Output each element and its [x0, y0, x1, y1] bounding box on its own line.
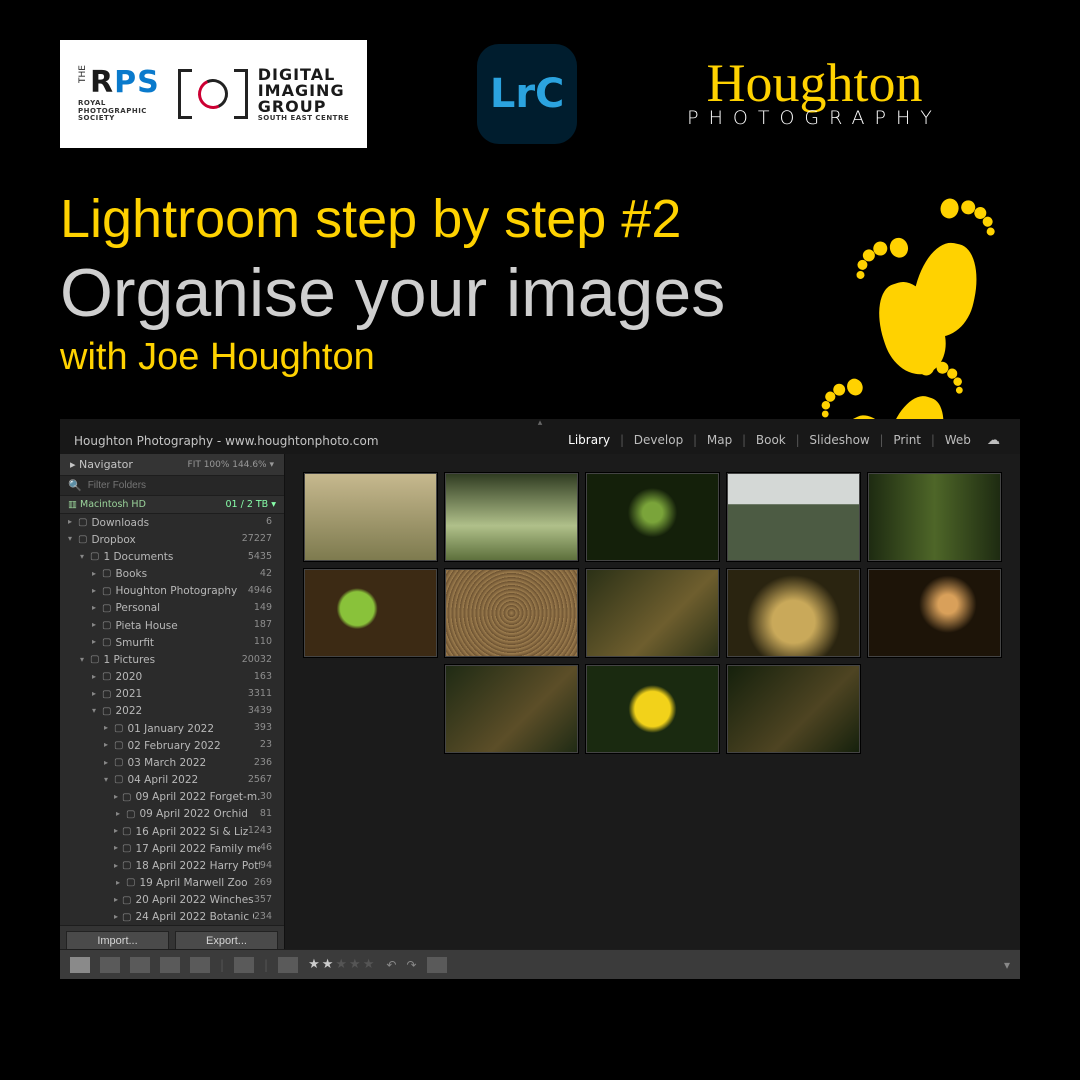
rps-dig-logo: THERPS ROYAL PHOTOGRAPHIC SOCIETY DIGITA…: [60, 40, 367, 148]
survey-view-icon[interactable]: [160, 957, 180, 973]
export-button[interactable]: Export...: [175, 931, 278, 951]
people-view-icon[interactable]: [190, 957, 210, 973]
grid-view-icon[interactable]: [70, 957, 90, 973]
folder-row[interactable]: ▸▢ 20213311: [60, 686, 284, 703]
folder-row[interactable]: ▸▢ 02 February 202223: [60, 737, 284, 754]
compare-view-icon[interactable]: [130, 957, 150, 973]
thumbnail[interactable]: [585, 664, 720, 754]
sort-icon[interactable]: [278, 957, 298, 973]
module-web[interactable]: Web: [939, 433, 977, 447]
folder-row[interactable]: ▾▢ 04 April 20222567: [60, 772, 284, 789]
thumbnail[interactable]: [867, 568, 1002, 658]
painter-icon[interactable]: [234, 957, 254, 973]
panel-grip-top[interactable]: ▴: [60, 419, 1020, 427]
rps-logo: THERPS ROYAL PHOTOGRAPHIC SOCIETY: [78, 65, 160, 123]
module-map[interactable]: Map: [701, 433, 738, 447]
folders-tree: ▸▢ Downloads6▾▢ Dropbox27227▾▢ 1 Documen…: [60, 514, 284, 925]
volume-header[interactable]: ▥ Macintosh HD 01 / 2 TB ▾: [60, 496, 284, 514]
navigator-header[interactable]: ▸ Navigator FIT 100% 144.6% ▾: [60, 454, 284, 476]
thumbnail[interactable]: [585, 568, 720, 658]
thumbnail[interactable]: [726, 568, 861, 658]
lightroom-window: ▴ Houghton Photography - www.houghtonpho…: [60, 419, 1020, 979]
houghton-script: Houghton: [707, 59, 923, 108]
module-develop[interactable]: Develop: [628, 433, 689, 447]
dig-icon: [178, 67, 248, 121]
thumbnail[interactable]: [444, 568, 579, 658]
folder-row[interactable]: ▸▢ Smurfit110: [60, 634, 284, 651]
folder-row[interactable]: ▾▢ 20223439: [60, 703, 284, 720]
folder-row[interactable]: ▸▢ Books42: [60, 566, 284, 583]
module-slideshow[interactable]: Slideshow: [803, 433, 875, 447]
module-library[interactable]: Library: [562, 433, 616, 447]
loupe-view-icon[interactable]: [100, 957, 120, 973]
lightroom-classic-icon: LrC: [477, 44, 577, 144]
cloud-sync-icon[interactable]: ☁: [977, 433, 1006, 448]
folder-row[interactable]: ▸▢ 24 April 2022 Botanic G…234: [60, 909, 284, 925]
folder-row[interactable]: ▾▢ 1 Documents5435: [60, 548, 284, 565]
folder-row[interactable]: ▸▢ 03 March 2022236: [60, 754, 284, 771]
thumbnail[interactable]: [303, 472, 438, 562]
module-picker: Library | Develop | Map | Book | Slidesh…: [562, 433, 1006, 448]
left-panel: ▸ Navigator FIT 100% 144.6% ▾ 🔍 ▥ Macint…: [60, 454, 285, 956]
search-icon: 🔍: [68, 479, 82, 492]
thumbnail[interactable]: [726, 664, 861, 754]
houghton-sub: PHOTOGRAPHY: [687, 107, 942, 129]
thumbnail[interactable]: [444, 664, 579, 754]
slideshow-icon[interactable]: [427, 957, 447, 973]
dig-l3: GROUP: [258, 99, 349, 115]
thumbnail[interactable]: [726, 472, 861, 562]
import-button[interactable]: Import...: [66, 931, 169, 951]
volume-space: 01 / 2 TB ▾: [225, 499, 276, 510]
grid-view: [285, 454, 1020, 956]
folder-row[interactable]: ▸▢ Personal149: [60, 600, 284, 617]
rps-line3: SOCIETY: [78, 115, 160, 123]
rating-stars[interactable]: ★★★★★: [308, 957, 376, 972]
folder-row[interactable]: ▸▢ Houghton Photography4946: [60, 583, 284, 600]
folder-filter-input[interactable]: [88, 480, 276, 491]
rps-the: THE: [78, 65, 88, 83]
folder-row[interactable]: ▸▢ 19 April Marwell Zoo269: [60, 875, 284, 892]
module-print[interactable]: Print: [887, 433, 927, 447]
folder-row[interactable]: ▸▢ 16 April 2022 Si & Lizzie…1243: [60, 823, 284, 840]
grid-toolbar: | | ★★★★★ ↶ ↷ ▾: [60, 949, 1020, 979]
navigator-zoom[interactable]: FIT 100% 144.6% ▾: [188, 460, 274, 470]
identity-plate: Houghton Photography - www.houghtonphoto…: [74, 434, 379, 448]
folder-row[interactable]: ▸▢ 17 April 2022 Family me…46: [60, 840, 284, 857]
folder-row[interactable]: ▸▢ 2020163: [60, 669, 284, 686]
folder-row[interactable]: ▸▢ 20 April 2022 Winchester357: [60, 892, 284, 909]
module-book[interactable]: Book: [750, 433, 792, 447]
navigator-label: Navigator: [79, 458, 133, 471]
thumbnail[interactable]: [585, 472, 720, 562]
dig-logo: DIGITAL IMAGING GROUP SOUTH EAST CENTRE: [178, 67, 349, 122]
folder-filter[interactable]: 🔍: [60, 476, 284, 496]
toolbar-menu-icon[interactable]: ▾: [1004, 958, 1010, 972]
folder-row[interactable]: ▾▢ 1 Pictures20032: [60, 651, 284, 668]
folder-row[interactable]: ▸▢ 01 January 2022393: [60, 720, 284, 737]
folder-row[interactable]: ▸▢ 09 April 2022 Orchid81: [60, 806, 284, 823]
rotate-ccw-icon[interactable]: ↶: [386, 958, 396, 972]
folder-row[interactable]: ▸▢ Downloads6: [60, 514, 284, 531]
thumbnail[interactable]: [444, 472, 579, 562]
folder-row[interactable]: ▾▢ Dropbox27227: [60, 531, 284, 548]
rotate-cw-icon[interactable]: ↷: [406, 958, 416, 972]
folder-row[interactable]: ▸▢ Pieta House187: [60, 617, 284, 634]
dig-l4: SOUTH EAST CENTRE: [258, 115, 349, 122]
rps-name: R: [90, 65, 114, 100]
thumbnail[interactable]: [303, 568, 438, 658]
houghton-logo: Houghton PHOTOGRAPHY: [687, 59, 942, 130]
thumbnail[interactable]: [867, 472, 1002, 562]
folder-row[interactable]: ▸▢ 18 April 2022 Harry Pott…94: [60, 857, 284, 874]
folder-row[interactable]: ▸▢ 09 April 2022 Forget-m…30: [60, 789, 284, 806]
volume-name: Macintosh HD: [80, 499, 146, 510]
